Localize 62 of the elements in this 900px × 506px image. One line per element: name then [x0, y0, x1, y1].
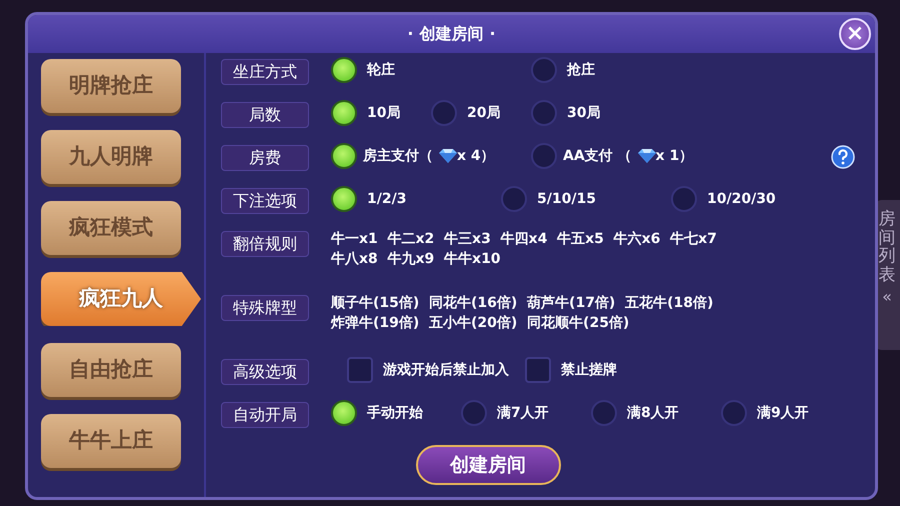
radio-button[interactable] [591, 400, 617, 426]
checkbox[interactable] [347, 357, 373, 383]
option-label: 30局 [567, 104, 600, 122]
diamond-icon [638, 149, 656, 163]
setting-label: 坐庄方式 [221, 59, 309, 85]
gem-count: x 4） [457, 146, 495, 166]
radio-button[interactable] [721, 400, 747, 426]
rule-text: 炸弹牛(19倍) 五小牛(20倍) 同花顺牛(25倍) [331, 314, 630, 333]
option-label: 抢庄 [567, 60, 595, 80]
option-label: 10/20/30 [707, 190, 776, 208]
radio-button[interactable] [461, 400, 487, 426]
radio-button[interactable] [331, 57, 357, 83]
option-label: 20局 [467, 104, 500, 122]
radio-button[interactable] [431, 100, 457, 126]
help-icon[interactable] [831, 145, 855, 169]
mode-tab[interactable]: 自由抢庄 [41, 343, 181, 397]
radio-button[interactable] [501, 186, 527, 212]
radio-button[interactable] [331, 100, 357, 126]
option-label: 满9人开 [757, 404, 809, 422]
mode-tab[interactable]: 明牌抢庄 [41, 59, 181, 113]
create-room-button[interactable]: 创建房间 [416, 445, 560, 485]
setting-label: 高级选项 [221, 359, 309, 385]
setting-label: 局数 [221, 102, 309, 128]
setting-label: 翻倍规则 [221, 231, 309, 257]
setting-label: 下注选项 [221, 188, 309, 214]
option-label: 房主支付（ [363, 146, 433, 166]
setting-label: 房费 [221, 145, 309, 171]
radio-button[interactable] [331, 186, 357, 212]
option-label: 游戏开始后禁止加入 [383, 360, 509, 380]
rule-text: 顺子牛(15倍) 同花牛(16倍) 葫芦牛(17倍) 五花牛(18倍) [331, 294, 714, 313]
option-label: 满8人开 [627, 404, 679, 422]
setting-label: 自动开局 [221, 402, 309, 428]
dialog-title: 创建房间 [420, 23, 484, 45]
option-label: 禁止搓牌 [561, 360, 617, 380]
option-label: AA支付 （ [563, 146, 632, 166]
option-label: 5/10/15 [537, 190, 596, 208]
gem-count: x 1） [656, 146, 694, 166]
option-label: 10局 [367, 104, 400, 122]
rule-text: 牛一x1 牛二x2 牛三x3 牛四x4 牛五x5 牛六x6 牛七x7 [331, 230, 717, 249]
radio-button[interactable] [531, 143, 557, 169]
option-label: 满7人开 [497, 404, 549, 422]
option-label: 1/2/3 [367, 190, 406, 208]
side-tab-label: 房间列表 [878, 210, 896, 285]
arrows-icon: « [882, 284, 892, 309]
mode-tab[interactable]: 疯狂九人 [41, 272, 201, 326]
radio-button[interactable] [531, 100, 557, 126]
checkbox[interactable] [525, 357, 551, 383]
title-dot: · [490, 23, 496, 45]
radio-button[interactable] [331, 400, 357, 426]
option-label: 轮庄 [367, 60, 395, 80]
close-button[interactable]: × [839, 18, 871, 50]
rule-text: 牛八x8 牛九x9 牛牛x10 [331, 250, 502, 269]
diamond-icon [439, 149, 457, 163]
title-dot: · [407, 23, 414, 45]
setting-label: 特殊牌型 [221, 295, 309, 321]
radio-button[interactable] [671, 186, 697, 212]
mode-tab[interactable]: 牛牛上庄 [41, 414, 181, 468]
mode-tab[interactable]: 九人明牌 [41, 130, 181, 184]
option-label: 手动开始 [367, 404, 423, 422]
mode-tab[interactable]: 疯狂模式 [41, 201, 181, 255]
radio-button[interactable] [331, 143, 357, 169]
radio-button[interactable] [531, 57, 557, 83]
